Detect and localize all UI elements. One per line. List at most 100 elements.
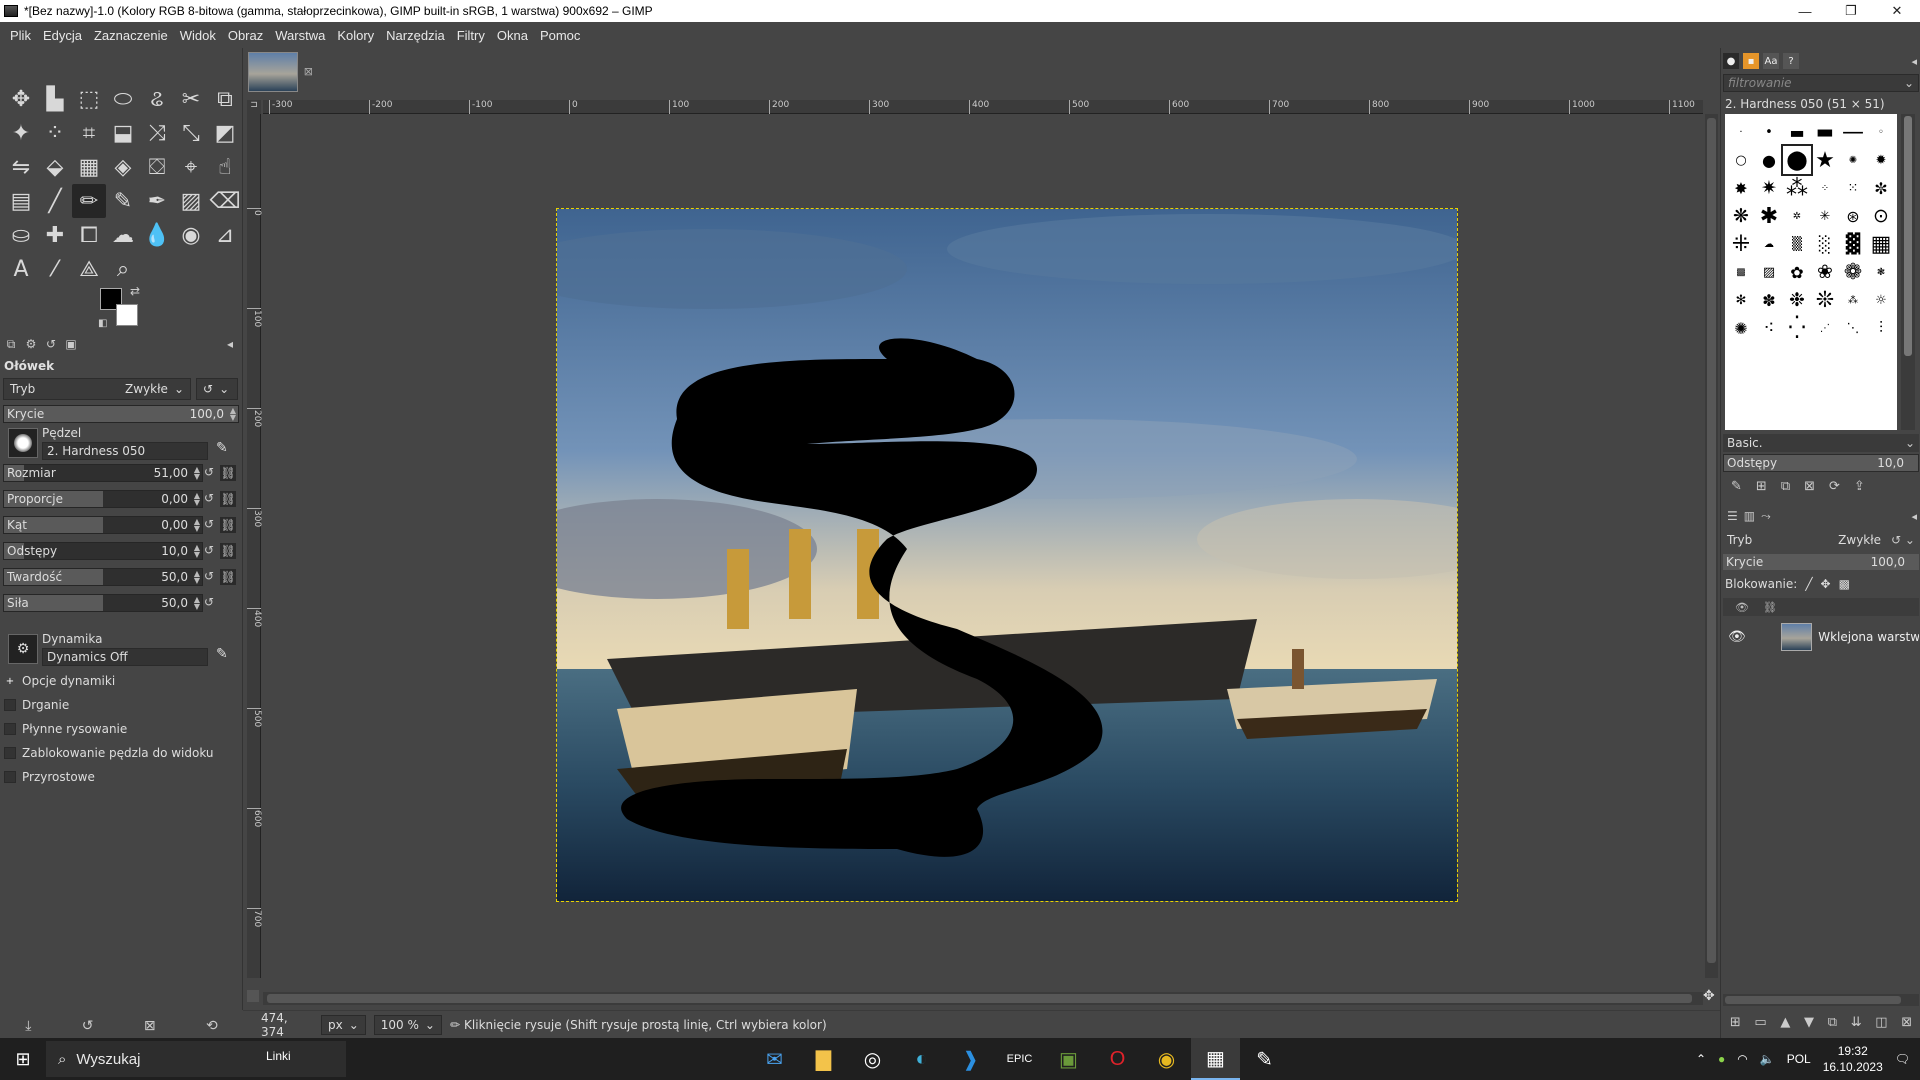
layer-opacity-slider[interactable]: Krycie 100,0 [1723,554,1919,570]
option-check-row[interactable]: + Opcje dynamiki [4,674,115,688]
reset-icon[interactable]: ↺ [204,595,214,609]
smudge-icon[interactable]: ☝ [208,150,242,184]
foreground-select-icon[interactable]: ⧉ [208,82,242,116]
delete-layer-icon[interactable]: ⊠ [1901,1015,1912,1030]
image-tab-thumbnail[interactable]: ⊠ [248,52,313,92]
unit-selector[interactable]: px ⌄ [321,1014,366,1035]
spin-arrows-icon[interactable]: ▲ ▼ [194,492,200,507]
eraser-icon[interactable]: ⌫ [208,184,242,218]
brush-thumbnail[interactable]: ⬤ [1781,144,1813,176]
brush-thumbnail[interactable]: ▬ [1783,118,1811,146]
link-icon[interactable]: ⛓ [220,465,237,481]
brush-thumbnail[interactable]: ▬ [1811,118,1839,146]
brush-thumbnail[interactable]: ▒ [1783,230,1811,258]
lock-position-icon[interactable]: ✥ [1821,577,1831,591]
horizontal-scroll-thumb[interactable] [267,994,1692,1003]
brush-thumbnail[interactable]: ▩ [1727,258,1755,286]
reset-mode-button[interactable]: ↺ ⌄ [196,378,238,400]
dynamics-preview[interactable]: ⚙ [8,634,38,664]
brush-thumbnail[interactable]: ✺ [1839,146,1867,174]
rect-select-icon[interactable]: ⬚ [72,82,106,116]
raise-layer-icon[interactable]: ▲ [1780,1015,1790,1030]
brush-thumbnail[interactable]: ⁂ [1783,174,1811,202]
menu-pomoc[interactable]: Pomoc [534,28,586,43]
minimize-button[interactable]: — [1782,0,1828,22]
option-check-row[interactable]: Drganie [4,698,69,712]
reset-options-icon[interactable]: ⟲ [206,1018,218,1034]
undo-history-tab-icon[interactable]: ↺ [44,337,58,351]
brush-preview[interactable] [8,428,38,458]
vertical-scrollbar[interactable] [1705,114,1718,978]
channels-tab-icon[interactable]: ▥ [1744,509,1755,523]
cage-icon[interactable]: ▦ [72,150,106,184]
brush-thumbnail[interactable]: ❉ [1783,286,1811,314]
navigate-icon[interactable]: ✥ [1703,988,1715,1004]
duplicate-brush-icon[interactable]: ⧉ [1781,479,1790,494]
brush-thumbnail[interactable]: ▦ [1867,230,1895,258]
swap-colors-icon[interactable]: ⇄ [130,284,140,298]
paint-app-icon[interactable]: ✎ [1240,1038,1289,1080]
brush-spacing-slider[interactable]: Odstępy 10,0 [1723,454,1919,472]
configure-dock-icon[interactable]: ◂ [1911,55,1917,68]
align-tool-icon[interactable]: ▙ [38,82,72,116]
airbrush-icon[interactable]: ✎ [106,184,140,218]
merge-layer-icon[interactable]: ⇊ [1851,1015,1862,1030]
brush-thumbnail[interactable]: ❁ [1839,258,1867,286]
paint-select-icon[interactable]: ◈ [106,150,140,184]
patterns-tab-icon[interactable]: ▪ [1743,53,1759,69]
pencil-icon[interactable]: ✏ [72,184,106,218]
brush-thumbnail[interactable]: ⊛ [1839,202,1867,230]
text-tool-icon[interactable]: A [4,252,38,286]
brush-thumbnail[interactable]: ✹ [1867,146,1895,174]
brush-as-image-icon[interactable]: ⇪ [1854,479,1865,494]
burn-icon[interactable]: ◉ [174,218,208,252]
brush-thumbnail[interactable]: · [1727,118,1755,146]
delete-options-icon[interactable]: ⊠ [144,1018,156,1034]
ink-icon[interactable]: ✒ [140,184,174,218]
brush-thumbnail[interactable]: ⫶ [1867,314,1895,342]
reset-icon[interactable]: ↺ [204,543,214,559]
menu-zaznaczenie[interactable]: Zaznaczenie [88,28,174,43]
file-explorer-icon[interactable]: ▇ [799,1038,848,1080]
wifi-icon[interactable]: ◠ [1737,1052,1747,1066]
minecraft-icon[interactable]: ▣ [1044,1038,1093,1080]
brush-thumbnail[interactable]: ▨ [1755,258,1783,286]
brush-thumbnail[interactable]: ★ [1811,146,1839,174]
brush-thumbnail[interactable]: ⁖ [1755,314,1783,342]
clone-icon[interactable]: ⛀ [4,218,38,252]
edge-browser-icon[interactable]: ◐ [897,1038,946,1080]
spin-arrows-icon[interactable]: ▲ ▼ [194,466,200,481]
paths-tab-icon[interactable]: ⤳ [1761,509,1771,524]
dynamics-name-field[interactable]: Dynamics Off [42,648,208,666]
brush-thumbnail[interactable]: ⁜ [1727,230,1755,258]
menu-narzedzia[interactable]: Narzędzia [380,28,451,43]
option-check-row[interactable]: Płynne rysowanie [4,722,127,736]
layers-scrollbar[interactable] [1723,994,1919,1006]
spin-arrows-icon[interactable]: ▲ ▼ [194,596,200,611]
volume-icon[interactable]: 🔈 [1760,1052,1775,1066]
mode-combo[interactable]: Tryb Zwykłe ⌄ [3,378,191,400]
mypaint-brush-icon[interactable]: ▨ [174,184,208,218]
path-icon[interactable]: ⌖ [174,150,208,184]
fonts-tab-icon[interactable]: Aa [1763,53,1779,69]
brush-thumbnail[interactable]: ░ [1811,230,1839,258]
horizontal-scrollbar[interactable] [263,992,1703,1005]
brush-thumbnail[interactable]: ⁘ [1811,174,1839,202]
brush-thumbnail[interactable]: ✻ [1727,286,1755,314]
free-select-icon[interactable]: ଌ [140,82,174,116]
brush-thumbnail[interactable]: — [1839,118,1867,146]
duplicate-layer-icon[interactable]: ⧉ [1828,1015,1837,1030]
spin-arrows-icon[interactable]: ▲ ▼ [230,407,236,422]
scale-icon[interactable]: ⤡ [174,116,208,150]
slider-1[interactable]: Proporcje 0,00 ▲ ▼ [3,490,203,508]
perspective-icon[interactable]: ⬙ [38,150,72,184]
paintbrush-icon[interactable]: ╱ [38,184,72,218]
quick-mask-toggle[interactable] [247,990,259,1002]
heal-icon[interactable]: ✚ [38,218,72,252]
edit-brush-icon[interactable]: ✎ [1731,479,1742,494]
measure-tool-icon[interactable]: ⟁ [72,252,106,286]
menu-kolory[interactable]: Kolory [331,28,380,43]
background-color-swatch[interactable] [116,304,138,326]
flip-icon[interactable]: ⇋ [4,150,38,184]
painting-image[interactable] [557,209,1457,901]
